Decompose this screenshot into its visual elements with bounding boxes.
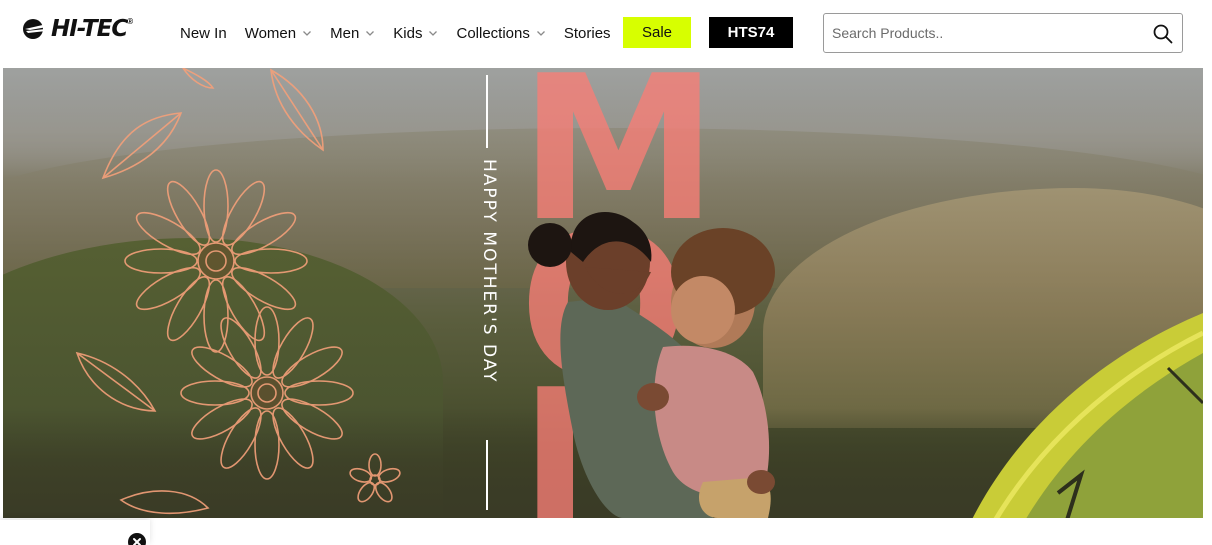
search-input[interactable]: [832, 23, 1142, 43]
nav-item-stories[interactable]: Stories: [564, 25, 611, 42]
chevron-down-icon: [302, 28, 312, 38]
nav-item-men[interactable]: Men: [330, 25, 375, 42]
hero-vertical-heading: HAPPY MOTHER'S DAY: [479, 159, 499, 384]
nav-item-kids[interactable]: Kids: [393, 25, 438, 42]
hero-divider-bottom: [486, 440, 488, 510]
hero-banner[interactable]: HAPPY MOTHER'S DAY M O M: [3, 68, 1203, 518]
tent-photo: [972, 313, 1203, 518]
chevron-down-icon: [536, 28, 546, 38]
flower-illustration: [75, 68, 401, 515]
nav-item-label: Stories: [563, 24, 611, 42]
nav-item-label: Kids: [393, 24, 423, 42]
nav-item-label: Collections: [456, 24, 530, 42]
site-header: HI-TEC ® New In Women Men Kids Collections St…: [0, 0, 1212, 66]
close-icon[interactable]: [128, 533, 146, 545]
mother-and-child-photo: [528, 212, 775, 518]
nav-item-women[interactable]: Women: [245, 25, 312, 42]
search-box: [823, 13, 1183, 53]
chevron-down-icon: [428, 28, 438, 38]
hts74-button[interactable]: HTS74: [709, 17, 793, 48]
chevron-down-icon: [365, 28, 375, 38]
nav-item-label: Men: [330, 24, 360, 42]
logo-mark-icon: [22, 18, 48, 40]
hi-tec-logo[interactable]: HI-TEC ®: [22, 15, 133, 43]
nav-item-collections[interactable]: Collections: [456, 25, 545, 42]
sale-button[interactable]: Sale: [623, 17, 691, 48]
hero-divider-top: [486, 75, 488, 148]
logo-registered-mark: ®: [127, 16, 134, 26]
nav-item-label: Women: [244, 24, 297, 42]
nav-item-label: New In: [180, 24, 227, 42]
main-nav: New In Women Men Kids Collections Stories: [180, 17, 629, 49]
search-icon[interactable]: [1152, 23, 1174, 45]
logo-wordmark: HI-TEC: [51, 16, 128, 42]
nav-item-new-in[interactable]: New In: [180, 25, 227, 42]
